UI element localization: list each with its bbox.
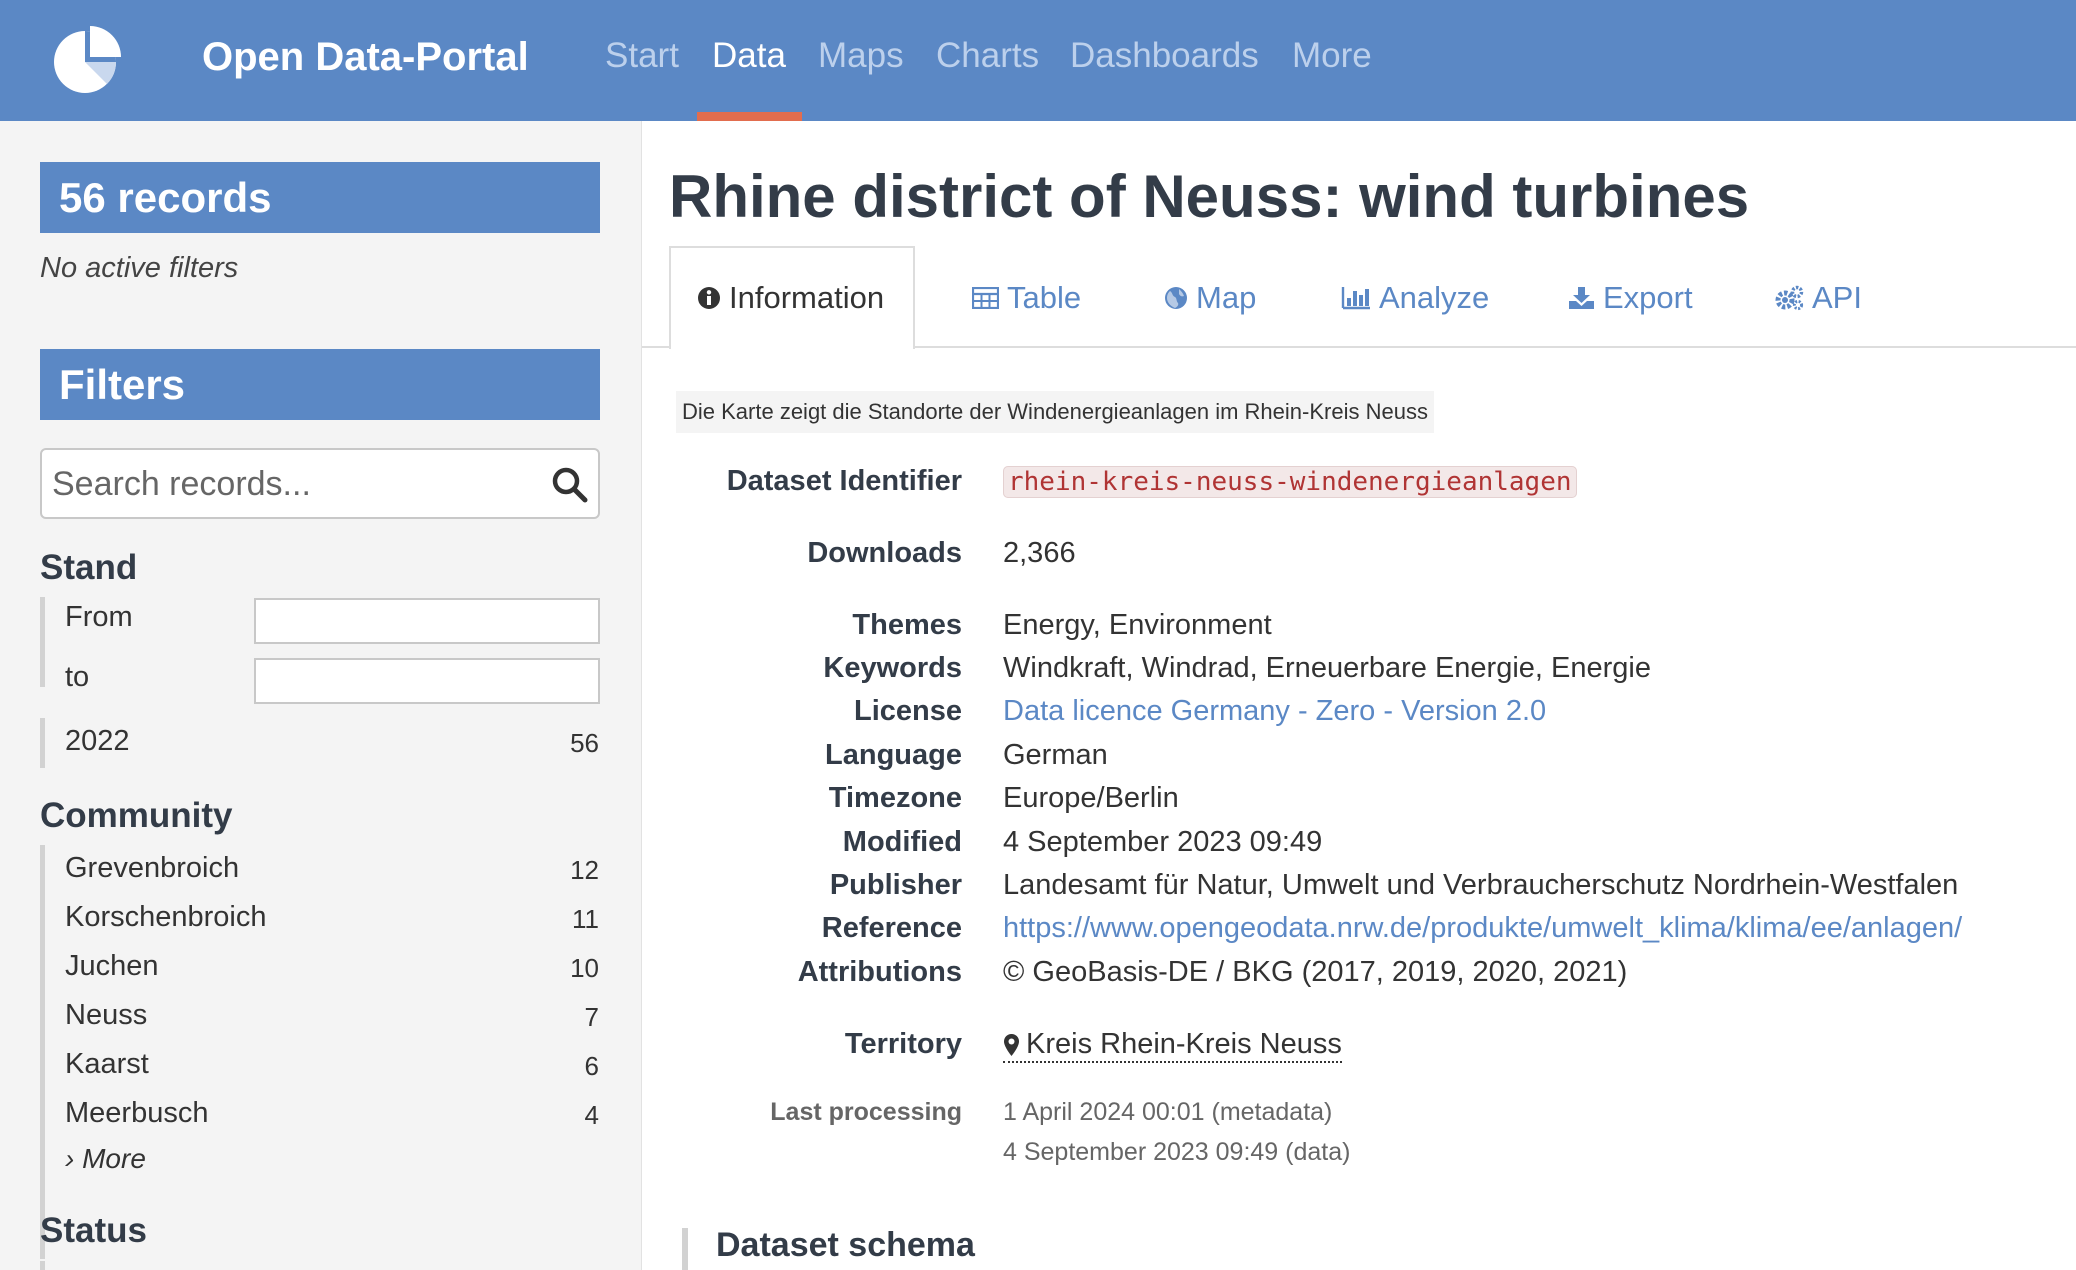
globe-icon (1165, 287, 1187, 309)
modified-label: Modified (842, 826, 962, 858)
facet-count-2022: 56 (570, 728, 599, 758)
date-from-input[interactable] (254, 598, 600, 644)
keywords-label: Keywords (823, 652, 962, 684)
attributions-value: © GeoBasis-DE / BKG (2017, 2019, 2020, 2… (1003, 956, 1628, 988)
facet-item-juchen[interactable]: Juchen (65, 950, 159, 983)
facet-item-grevenbroich[interactable]: Grevenbroich (65, 852, 239, 885)
facet-item-neuss[interactable]: Neuss (65, 999, 147, 1032)
last-processing-label: Last processing (770, 1098, 962, 1126)
modified-value: 4 September 2023 09:49 (1003, 826, 1323, 858)
dataset-schema-title: Dataset schema (716, 1226, 975, 1264)
date-to-input[interactable] (254, 658, 600, 704)
identifier-value: rhein-kreis-neuss-windenergieanlagen (1003, 465, 1577, 498)
nav-start[interactable]: Start (605, 36, 679, 76)
tab-table-label: Table (1007, 280, 1082, 315)
community-more-link[interactable]: › More (65, 1143, 146, 1175)
tab-api-label: API (1812, 280, 1862, 315)
nav-more[interactable]: More (1292, 36, 1372, 76)
tab-table[interactable]: Table (972, 277, 1081, 319)
tab-export[interactable]: Export (1568, 277, 1693, 319)
facet-item-2022[interactable]: 2022 (65, 725, 130, 758)
date-from-label: From (65, 601, 133, 633)
page-title: Rhine district of Neuss: wind turbines (669, 163, 1750, 230)
facet-stand-title: Stand (40, 548, 138, 587)
tab-analyze-label: Analyze (1379, 280, 1490, 315)
facet-count-juchen: 10 (570, 953, 599, 983)
language-value: German (1003, 739, 1108, 771)
keywords-value: Windkraft, Windrad, Erneuerbare Energie,… (1003, 652, 1651, 684)
map-marker-icon (1004, 1033, 1019, 1056)
facet-community-bar (40, 845, 45, 1259)
facet-stand-bar (40, 597, 45, 687)
pie-chart-logo-icon[interactable] (50, 22, 124, 96)
timezone-label: Timezone (828, 782, 962, 814)
search-input[interactable] (52, 458, 542, 510)
filters-header: Filters (40, 349, 600, 420)
filter-sidebar: 56 records No active filters Filters Sta… (0, 121, 642, 1270)
last-processing-data: 4 September 2023 09:49 (data) (1003, 1138, 1351, 1166)
nav-maps[interactable]: Maps (818, 36, 904, 76)
downloads-value: 2,366 (1003, 537, 1076, 569)
license-link[interactable]: Data licence Germany - Zero - Version 2.… (1003, 695, 1546, 728)
schema-section-bar (682, 1228, 688, 1270)
territory-label: Territory (844, 1028, 962, 1060)
license-label: License (854, 695, 962, 727)
active-nav-indicator (697, 112, 802, 121)
territory-text: Kreis Rhein-Kreis Neuss (1026, 1028, 1342, 1060)
search-box (40, 448, 600, 519)
nav-data[interactable]: Data (712, 36, 786, 76)
no-active-filters-text: No active filters (40, 252, 239, 284)
timezone-value: Europe/Berlin (1003, 782, 1179, 814)
bar-chart-icon (1341, 287, 1370, 310)
themes-label: Themes (852, 609, 962, 641)
facet-community-title: Community (40, 796, 233, 835)
language-label: Language (825, 739, 962, 771)
reference-link[interactable]: https://www.opengeodata.nrw.de/produkte/… (1003, 912, 1962, 945)
facet-status-title: Status (40, 1211, 147, 1250)
records-count-header: 56 records (40, 162, 600, 233)
territory-value[interactable]: Kreis Rhein-Kreis Neuss (1003, 1028, 1342, 1065)
facet-count-kaarst: 6 (584, 1051, 599, 1081)
last-processing-metadata: 1 April 2024 00:01 (metadata) (1003, 1098, 1333, 1126)
publisher-label: Publisher (829, 869, 962, 901)
tab-analyze[interactable]: Analyze (1341, 277, 1489, 319)
portal-brand[interactable]: Open Data-Portal (202, 35, 529, 80)
tab-map-label: Map (1196, 280, 1257, 315)
themes-value: Energy, Environment (1003, 609, 1272, 641)
downloads-label: Downloads (807, 537, 962, 569)
identifier-label: Dataset Identifier (726, 465, 962, 497)
facet-stand-item-bar (40, 718, 45, 768)
facet-count-korschenbroich: 11 (572, 904, 599, 934)
reference-label: Reference (821, 912, 962, 944)
facet-count-grevenbroich: 12 (570, 855, 599, 885)
facet-item-kaarst[interactable]: Kaarst (65, 1048, 149, 1081)
cogs-icon (1775, 285, 1804, 311)
tab-export-label: Export (1603, 280, 1693, 315)
table-icon (972, 287, 999, 309)
publisher-value: Landesamt für Natur, Umwelt und Verbrauc… (1003, 869, 1959, 901)
search-icon[interactable] (550, 465, 590, 505)
identifier-code: rhein-kreis-neuss-windenergieanlagen (1003, 466, 1577, 498)
nav-dashboards[interactable]: Dashboards (1070, 36, 1259, 76)
date-to-label: to (65, 661, 90, 693)
territory-link[interactable]: Kreis Rhein-Kreis Neuss (1003, 1028, 1342, 1063)
tab-api[interactable]: API (1774, 277, 1862, 319)
nav-charts[interactable]: Charts (936, 36, 1039, 76)
attributions-label: Attributions (797, 956, 962, 988)
info-circle-icon (698, 287, 720, 309)
facet-count-neuss: 7 (584, 1002, 599, 1032)
facet-item-korschenbroich[interactable]: Korschenbroich (65, 901, 267, 934)
tab-information-label: Information (729, 280, 885, 315)
facet-status-bar (40, 1261, 45, 1270)
facet-count-meerbusch: 4 (584, 1100, 599, 1130)
tab-information[interactable]: Information (697, 277, 884, 319)
dataset-description: Die Karte zeigt die Standorte der Winden… (676, 391, 1434, 433)
top-navbar: Open Data-Portal Start Data Maps Charts … (0, 0, 2076, 121)
facet-item-meerbusch[interactable]: Meerbusch (65, 1097, 208, 1130)
tab-map[interactable]: Map (1164, 277, 1256, 319)
download-icon (1569, 287, 1594, 309)
